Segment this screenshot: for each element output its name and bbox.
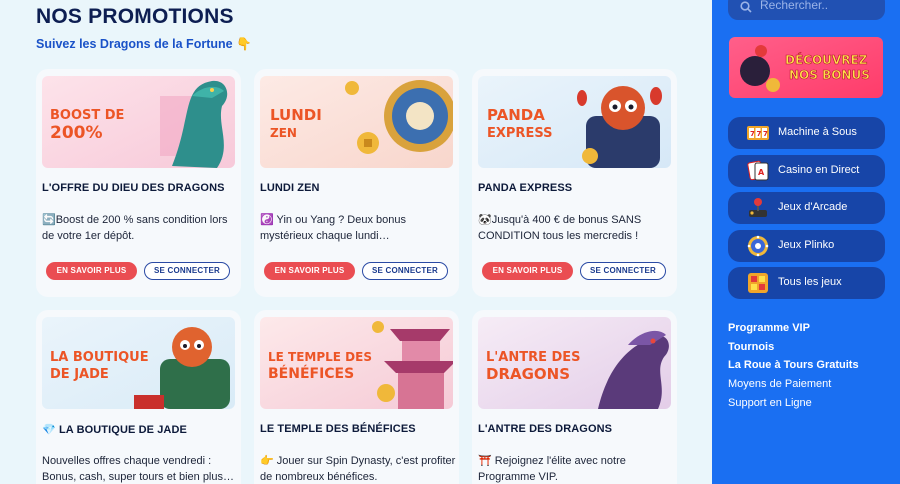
card-description: Nouvelles offres chaque vendredi : Bonus… [42,455,234,483]
promo-card-jade-shop: LA BOUTIQUE DE JADE 💎 LA BOUTIQUE DE JAD… [36,310,241,484]
card-description: 🐼Jusqu'à 400 € de bonus SANS CONDITION t… [478,214,642,242]
search-icon [740,0,752,18]
promo-card-lundi-zen: LUNDI ZEN LUNDI ZEN ☯️ Yin ou Yang ? Deu… [254,69,459,297]
promo-banner-image[interactable]: BOOST DE 200% [42,76,235,168]
banner-line1: L'ANTRE DES [486,350,581,365]
category-label: Jeux Plinko [778,239,835,251]
category-label: Jeux d'Arcade [778,201,848,213]
learn-more-button[interactable]: EN SAVOIR PLUS [482,262,573,280]
login-button[interactable]: SE CONNECTER [580,262,666,280]
promo-card-panda-express: PANDA EXPRESS PANDA EXPRESS 🐼Jusqu'à 400… [472,69,677,297]
svg-text:A: A [758,168,765,177]
link-tournaments[interactable]: Tournois [728,341,774,353]
learn-more-button[interactable]: EN SAVOIR PLUS [264,262,355,280]
category-all-games[interactable]: Tous les jeux [728,267,885,299]
banner-line1: BOOST DE [50,108,124,123]
link-free-spins-wheel[interactable]: La Roue à Tours Gratuits [728,359,859,371]
banner-line1: LA BOUTIQUE [50,350,149,365]
page-title: NOS PROMOTIONS [36,5,234,28]
promo-card-temple: LE TEMPLE DES BÉNÉFICES LE TEMPLE DES BÉ… [254,310,459,484]
promo-banner-image[interactable]: LE TEMPLE DES BÉNÉFICES [260,317,453,409]
search-placeholder: Rechercher.. [760,0,829,12]
category-plinko[interactable]: Jeux Plinko [728,230,885,262]
card-description: ⛩️ Rejoignez l'élite avec notre Programm… [478,455,626,483]
banner-line2: EXPRESS [487,126,552,141]
category-live-casino[interactable]: A Casino en Direct [728,155,885,187]
banner-line2: DE JADE [50,367,109,382]
promo-banner-image[interactable]: L'ANTRE DES DRAGONS [478,317,671,409]
card-title: L'ANTRE DES DRAGONS [478,423,613,435]
sidebar: Rechercher.. DÉCOUVREZ NOS BONUS 777 Mac… [712,0,900,484]
card-title: LUNDI ZEN [260,182,320,194]
promo-card-dragon-lair: L'ANTRE DES DRAGONS L'ANTRE DES DRAGONS … [472,310,677,484]
joystick-icon [746,196,770,220]
category-label: Casino en Direct [778,164,860,176]
playing-cards-icon: A [746,159,770,183]
category-label: Tous les jeux [778,276,842,288]
promo-line1: DÉCOUVREZ [785,52,868,67]
card-title: LE TEMPLE DES BÉNÉFICES [260,423,416,435]
svg-text:7: 7 [757,130,762,138]
link-vip-program[interactable]: Programme VIP [728,322,810,334]
card-description: 🔄Boost de 200 % sans condition lors de v… [42,214,228,242]
promo-banner-image[interactable]: LUNDI ZEN [260,76,453,168]
page-subtitle: Suivez les Dragons de la Fortune 👇 [36,37,252,51]
promo-banner-image[interactable]: PANDA EXPRESS [478,76,671,168]
category-arcade[interactable]: Jeux d'Arcade [728,192,885,224]
learn-more-button[interactable]: EN SAVOIR PLUS [46,262,137,280]
card-title: 💎 LA BOUTIQUE DE JADE [42,424,187,436]
promotions-main: NOS PROMOTIONS Suivez les Dragons de la … [0,0,712,484]
card-description: ☯️ Yin ou Yang ? Deux bonus mystérieux c… [260,214,407,242]
banner-line2: 200% [50,123,103,143]
grid-icon [746,271,770,295]
card-title: PANDA EXPRESS [478,182,573,194]
slot-machine-icon: 777 [746,121,770,145]
search-input[interactable]: Rechercher.. [728,0,885,20]
link-payment-methods[interactable]: Moyens de Paiement [728,378,831,390]
card-title: L'OFFRE DU DIEU DES DRAGONS [42,182,225,194]
plinko-wheel-icon [746,234,770,258]
discover-bonus-banner[interactable]: DÉCOUVREZ NOS BONUS [729,37,883,98]
banner-line2: ZEN [270,126,297,140]
link-online-support[interactable]: Support en Ligne [728,397,812,409]
category-slots[interactable]: 777 Machine à Sous [728,117,885,149]
svg-text:7: 7 [750,130,755,138]
login-button[interactable]: SE CONNECTER [362,262,448,280]
banner-line1: LUNDI [270,106,322,124]
category-label: Machine à Sous [778,126,857,138]
promo-banner-image[interactable]: LA BOUTIQUE DE JADE [42,317,235,409]
banner-line1: LE TEMPLE DES [268,350,372,364]
card-description: 👉 Jouer sur Spin Dynasty, c'est profiter… [260,455,456,483]
promo-card-dragon-god: BOOST DE 200% L'OFFRE DU DIEU DES DRAGON… [36,69,241,297]
svg-text:7: 7 [763,130,768,138]
login-button[interactable]: SE CONNECTER [144,262,230,280]
promo-line2: NOS BONUS [789,68,870,82]
banner-line2: BÉNÉFICES [268,365,354,382]
banner-line1: PANDA [487,106,545,124]
banner-line2: DRAGONS [486,365,570,383]
